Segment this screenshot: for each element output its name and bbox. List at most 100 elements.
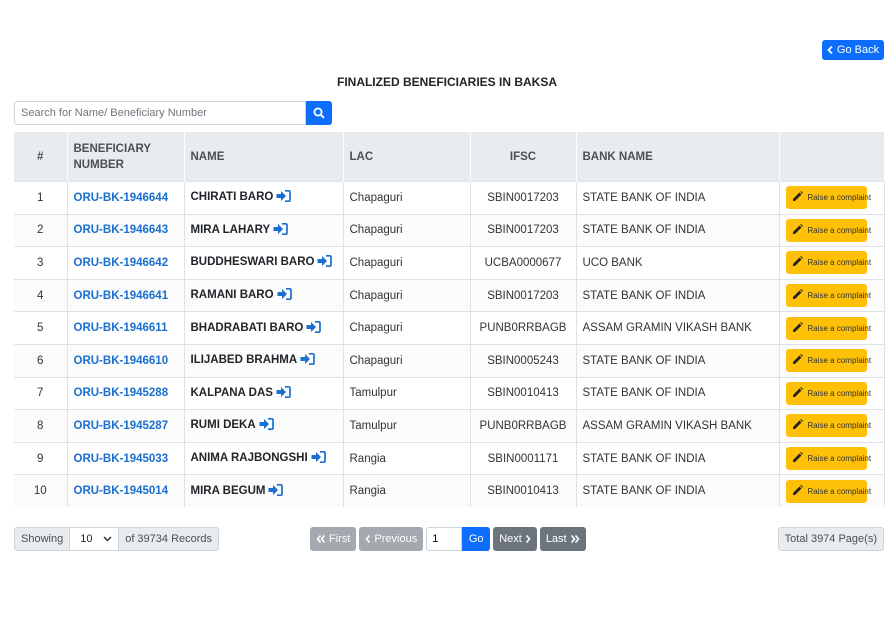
page-title: FINALIZED BENEFICIARIES IN BAKSA xyxy=(336,75,557,89)
beneficiary-number-link[interactable]: ORU-BK-1946641 xyxy=(74,290,169,302)
beneficiary-name: KALPANA DAS xyxy=(190,386,273,399)
bank-name-cell: STATE BANK OF INDIA xyxy=(576,213,780,247)
pagination: First Previous Go Next Last xyxy=(310,527,586,551)
pencil-icon xyxy=(792,452,803,465)
row-number: 3 xyxy=(14,246,68,280)
total-pages-label: Total 3974 Page(s) xyxy=(777,527,884,551)
beneficiary-number-link[interactable]: ORU-BK-1946642 xyxy=(74,257,169,269)
pencil-icon xyxy=(792,256,803,269)
beneficiary-number-cell: ORU-BK-1945288 xyxy=(67,376,185,410)
search-input[interactable] xyxy=(14,101,306,125)
name-cell: MIRA BEGUM xyxy=(184,474,344,508)
next-page-button[interactable]: Next xyxy=(493,527,537,551)
first-page-button[interactable]: First xyxy=(310,527,357,551)
sign-in-icon[interactable] xyxy=(276,385,291,401)
row-number: 4 xyxy=(14,278,68,312)
raise-complaint-button[interactable]: Raise a complaint xyxy=(785,479,871,503)
raise-complaint-button[interactable]: Raise a complaint xyxy=(785,349,871,373)
pencil-icon xyxy=(792,419,803,432)
beneficiary-number-link[interactable]: ORU-BK-1946643 xyxy=(74,224,169,236)
beneficiary-number-cell: ORU-BK-1946644 xyxy=(67,181,185,215)
search-button[interactable] xyxy=(306,101,332,125)
go-back-button[interactable]: Go Back xyxy=(822,40,884,60)
sign-in-icon[interactable] xyxy=(317,255,333,270)
beneficiary-number-cell: ORU-BK-1946641 xyxy=(67,278,185,312)
beneficiary-number-link[interactable]: ORU-BK-1945014 xyxy=(74,485,169,497)
bank-name-cell: UCO BANK xyxy=(576,246,780,280)
row-number: 8 xyxy=(14,409,68,443)
go-page-button[interactable]: Go xyxy=(462,527,491,551)
raise-complaint-button[interactable]: Raise a complaint xyxy=(785,381,871,405)
sign-in-icon[interactable] xyxy=(300,353,316,368)
action-cell: Raise a complaint xyxy=(779,213,885,247)
ifsc-cell: SBIN0017203 xyxy=(470,213,577,247)
raise-complaint-label: Raise a complaint xyxy=(807,356,872,366)
name-cell: ANIMA RAJBONGSHI xyxy=(184,441,344,475)
previous-page-button[interactable]: Previous xyxy=(359,527,424,551)
beneficiary-name: ANIMA RAJBONGSHI xyxy=(190,452,308,465)
page-size-select[interactable]: 10 xyxy=(70,527,119,551)
raise-complaint-button[interactable]: Raise a complaint xyxy=(785,447,871,471)
sign-in-icon[interactable] xyxy=(268,483,284,499)
col-header-beneficiary-number: BENEFICIARY NUMBER xyxy=(67,132,185,182)
table-row: 6 ORU-BK-1946610 ILIJABED BRAHMA Chapaguri S… xyxy=(14,343,885,378)
page-number-input[interactable] xyxy=(426,527,463,551)
table-row: 5 ORU-BK-1946611 BHADRABATI BARO Chapaguri P… xyxy=(14,311,885,345)
raise-complaint-button[interactable]: Raise a complaint xyxy=(785,251,871,275)
action-cell: Raise a complaint xyxy=(779,246,885,280)
lac-cell: Rangia xyxy=(343,474,471,508)
raise-complaint-label: Raise a complaint xyxy=(807,193,872,203)
ifsc-cell: SBIN0010413 xyxy=(470,376,577,410)
raise-complaint-button[interactable]: Raise a complaint xyxy=(785,414,871,438)
pencil-icon xyxy=(792,354,803,367)
name-cell: KALPANA DAS xyxy=(184,376,344,410)
raise-complaint-button[interactable]: Raise a complaint xyxy=(785,218,871,242)
table-row: 2 ORU-BK-1946643 MIRA LAHARY Chapaguri SBIN0… xyxy=(14,213,885,247)
last-page-button[interactable]: Last xyxy=(539,527,586,551)
raise-complaint-label: Raise a complaint xyxy=(807,421,872,431)
row-number: 9 xyxy=(14,441,68,475)
lac-cell: Tamulpur xyxy=(343,409,471,443)
name-cell: BUDDHESWARI BARO xyxy=(184,246,344,280)
beneficiary-number-link[interactable]: ORU-BK-1945033 xyxy=(74,453,169,465)
col-header-name: NAME xyxy=(184,132,344,182)
action-cell: Raise a complaint xyxy=(779,376,885,410)
sign-in-icon[interactable] xyxy=(273,222,289,238)
raise-complaint-button[interactable]: Raise a complaint xyxy=(785,316,871,340)
raise-complaint-label: Raise a complaint xyxy=(807,291,872,301)
ifsc-cell: SBIN0017203 xyxy=(470,278,577,312)
ifsc-cell: PUNB0RRBAGB xyxy=(470,409,577,443)
col-header-bank-name: BANK NAME xyxy=(576,132,780,182)
first-page-label: First xyxy=(329,533,351,545)
action-cell: Raise a complaint xyxy=(779,181,885,215)
beneficiary-number-link[interactable]: ORU-BK-1946644 xyxy=(74,192,169,204)
table-row: 3 ORU-BK-1946642 BUDDHESWARI BARO Chapaguri… xyxy=(14,246,885,280)
bank-name-cell: STATE BANK OF INDIA xyxy=(576,181,780,215)
bank-name-cell: STATE BANK OF INDIA xyxy=(576,474,780,508)
double-chevron-right-icon xyxy=(570,535,580,543)
raise-complaint-button[interactable]: Raise a complaint xyxy=(785,284,871,308)
sign-in-icon[interactable] xyxy=(306,320,322,336)
raise-complaint-label: Raise a complaint xyxy=(807,388,872,398)
sign-in-icon[interactable] xyxy=(259,418,274,433)
sign-in-icon[interactable] xyxy=(276,190,292,205)
col-header-ifsc: IFSC xyxy=(470,132,577,182)
beneficiary-number-link[interactable]: ORU-BK-1945287 xyxy=(74,420,169,432)
chevron-down-icon xyxy=(103,536,112,542)
row-number: 7 xyxy=(14,376,68,410)
beneficiary-number-cell: ORU-BK-1946611 xyxy=(67,311,185,345)
lac-cell: Chapaguri xyxy=(343,213,471,247)
raise-complaint-button[interactable]: Raise a complaint xyxy=(785,186,871,210)
chevron-left-icon xyxy=(365,535,371,543)
beneficiary-number-cell: ORU-BK-1946642 xyxy=(67,246,185,280)
col-header-lac: LAC xyxy=(343,132,471,182)
name-cell: RAMANI BARO xyxy=(184,278,344,312)
sign-in-icon[interactable] xyxy=(311,450,326,466)
action-cell: Raise a complaint xyxy=(779,311,885,345)
sign-in-icon[interactable] xyxy=(277,288,292,303)
search-icon xyxy=(313,107,325,119)
beneficiary-name: ILIJABED BRAHMA xyxy=(190,354,298,367)
beneficiary-number-link[interactable]: ORU-BK-1946611 xyxy=(74,322,168,334)
beneficiary-number-link[interactable]: ORU-BK-1946610 xyxy=(74,355,169,367)
beneficiary-number-link[interactable]: ORU-BK-1945288 xyxy=(74,387,169,399)
